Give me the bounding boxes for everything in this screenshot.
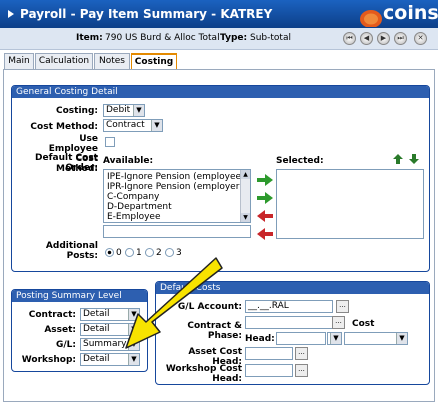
general-costing-group: General Costing Detail Costing: Debit ▼ C… xyxy=(11,85,430,272)
chevron-right-icon[interactable] xyxy=(6,9,16,19)
gl-account-lookup-button[interactable]: ... xyxy=(336,300,349,313)
default-cost-order-label: Default Cost Order: xyxy=(35,153,98,173)
cost-method-label: Cost Method: xyxy=(30,122,98,132)
head-label: Head: xyxy=(245,334,275,344)
remove-all-arrow-icon[interactable] xyxy=(257,228,273,240)
last-icon[interactable]: ⏭ xyxy=(394,32,407,45)
remove-arrow-icon[interactable] xyxy=(257,210,273,222)
cost-method-value: Contract xyxy=(106,120,145,130)
brand-name: coins xyxy=(383,2,438,24)
contract-input[interactable] xyxy=(245,316,345,329)
move-up-icon[interactable] xyxy=(393,154,403,164)
close-icon[interactable]: ✕ xyxy=(414,32,427,45)
asset-cost-head-lookup-button[interactable]: ... xyxy=(295,347,308,360)
selected-label: Selected: xyxy=(276,156,324,166)
additional-posts-label: Additional Posts: xyxy=(45,241,98,261)
list-item[interactable]: C-Company xyxy=(107,192,159,202)
highlight-arrow-icon xyxy=(125,257,223,349)
group-header: General Costing Detail xyxy=(12,86,429,98)
chevron-down-icon[interactable]: ▼ xyxy=(396,333,407,344)
item-bar: Item: 790 US Burd & Alloc Total Type: Su… xyxy=(0,28,438,50)
add-arrow-icon[interactable] xyxy=(257,174,273,186)
chevron-down-icon[interactable]: ▼ xyxy=(330,333,341,344)
available-label: Available: xyxy=(103,156,154,166)
scrollbar[interactable]: ▲ ▼ xyxy=(240,170,250,222)
available-filter-input[interactable] xyxy=(103,225,251,238)
contract-lookup-button[interactable]: ... xyxy=(332,316,345,329)
first-icon[interactable]: ⏮ xyxy=(343,32,356,45)
workshop-level-select[interactable]: Detail ▼ xyxy=(80,353,140,366)
contract-level-value: Detail xyxy=(83,309,110,319)
move-down-icon[interactable] xyxy=(409,154,419,164)
chevron-down-icon[interactable]: ▼ xyxy=(128,354,139,365)
item-label: Item: xyxy=(76,33,103,43)
gl-account-input[interactable]: __.__.RAL xyxy=(245,300,333,313)
tab-main[interactable]: Main xyxy=(4,53,34,69)
tab-notes[interactable]: Notes xyxy=(94,53,130,69)
asset-label: Asset: xyxy=(44,325,76,335)
list-item[interactable]: IPR-Ignore Pension (employer) xyxy=(107,182,243,192)
contract-label: Contract: xyxy=(28,310,76,320)
cost-method-select[interactable]: Contract ▼ xyxy=(103,119,163,132)
list-item[interactable]: E-Employee xyxy=(107,212,161,222)
phase-input[interactable] xyxy=(276,332,326,345)
cost-head-select[interactable]: ▼ xyxy=(344,332,408,345)
costing-select[interactable]: Debit ▼ xyxy=(103,104,145,117)
costing-label: Costing: xyxy=(56,106,98,116)
item-value: 790 US Burd & Alloc Total xyxy=(105,33,220,43)
tab-calculation[interactable]: Calculation xyxy=(35,53,93,69)
workshop-cost-head-label: Workshop Cost Head: xyxy=(165,364,242,384)
asset-level-value: Detail xyxy=(83,324,110,334)
add-all-arrow-icon[interactable] xyxy=(257,192,273,204)
next-icon[interactable]: ▶ xyxy=(377,32,390,45)
selected-list[interactable] xyxy=(276,169,424,239)
list-item[interactable]: D-Department xyxy=(107,202,172,212)
title-bar: Payroll - Pay Item Summary - KATREY coin… xyxy=(0,0,438,28)
workshop-cost-head-lookup-button[interactable]: ... xyxy=(295,364,308,377)
use-employee-cost-method-checkbox[interactable] xyxy=(105,137,115,147)
workshop-cost-head-input[interactable] xyxy=(245,364,293,377)
cost-label: Cost xyxy=(352,319,375,329)
list-item[interactable]: IPE-Ignore Pension (employee) xyxy=(107,172,245,182)
scroll-up-icon[interactable]: ▲ xyxy=(241,170,250,179)
workshop-level-value: Detail xyxy=(83,354,110,364)
costing-panel: General Costing Detail Costing: Debit ▼ C… xyxy=(3,69,435,402)
previous-icon[interactable]: ◀ xyxy=(360,32,373,45)
costing-value: Debit xyxy=(106,105,131,115)
chevron-down-icon[interactable]: ▼ xyxy=(151,120,162,131)
tab-costing[interactable]: Costing xyxy=(131,53,177,70)
phase-select[interactable]: ▼ xyxy=(327,332,342,345)
workshop-label: Workshop: xyxy=(21,355,76,365)
asset-cost-head-input[interactable] xyxy=(245,347,293,360)
scroll-down-icon[interactable]: ▼ xyxy=(241,213,250,222)
available-list[interactable]: IPE-Ignore Pension (employee) IPR-Ignore… xyxy=(103,169,251,223)
window-title: Payroll - Pay Item Summary - KATREY xyxy=(20,7,273,21)
chevron-down-icon[interactable]: ▼ xyxy=(133,105,144,116)
gl-label: G/L: xyxy=(55,340,76,350)
gl-account-value: __.__.RAL xyxy=(248,301,289,311)
type-label: Type: xyxy=(220,33,248,43)
type-value: Sub-total xyxy=(250,33,291,43)
